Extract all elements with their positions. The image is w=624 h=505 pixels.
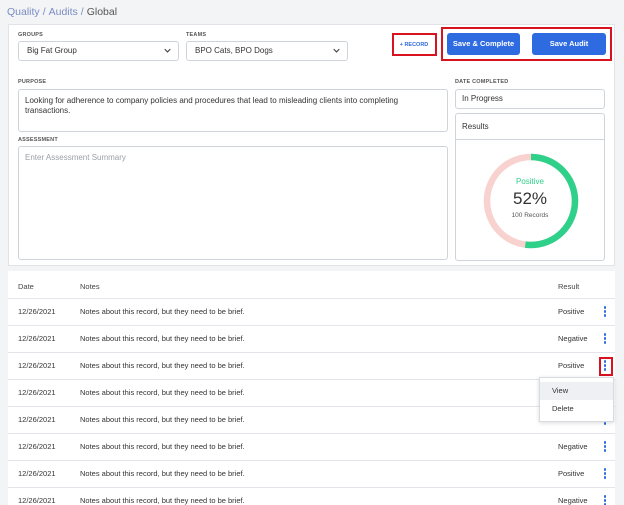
breadcrumb-separator: / bbox=[42, 6, 46, 18]
row-date: 12/26/2021 bbox=[18, 469, 56, 478]
breadcrumb: Quality / Audits / Global bbox=[7, 6, 117, 18]
results-records: 100 Records bbox=[511, 212, 549, 219]
row-notes: Notes about this record, but they need t… bbox=[80, 307, 245, 316]
row-notes: Notes about this record, but they need t… bbox=[80, 496, 245, 505]
table-row: 12/26/2021 Notes about this record, but t… bbox=[8, 352, 615, 379]
groups-label: GROUPS bbox=[18, 32, 44, 38]
chevron-down-icon bbox=[333, 48, 340, 53]
purpose-text: Looking for adherence to company policie… bbox=[25, 96, 399, 115]
results-title: Results bbox=[462, 122, 489, 131]
table-row: 12/26/2021 Notes about this record, but t… bbox=[8, 460, 615, 487]
row-notes: Notes about this record, but they need t… bbox=[80, 388, 245, 397]
highlight-save-buttons bbox=[441, 27, 612, 61]
row-result: Negative bbox=[558, 334, 588, 343]
breadcrumb-quality-link[interactable]: Quality bbox=[7, 6, 40, 18]
teams-select-value: BPO Cats, BPO Dogs bbox=[195, 46, 273, 55]
row-date: 12/26/2021 bbox=[18, 388, 56, 397]
row-result: Positive bbox=[558, 361, 585, 370]
assessment-label: ASSESSMENT bbox=[18, 137, 58, 143]
row-date: 12/26/2021 bbox=[18, 334, 56, 343]
row-date: 12/26/2021 bbox=[18, 496, 56, 505]
row-result: Positive bbox=[558, 307, 585, 316]
chevron-down-icon bbox=[164, 48, 171, 53]
row-result: Negative bbox=[558, 442, 588, 451]
date-completed-value: In Progress bbox=[462, 94, 503, 103]
row-date: 12/26/2021 bbox=[18, 442, 56, 451]
row-notes: Notes about this record, but they need t… bbox=[80, 334, 245, 343]
teams-select[interactable]: BPO Cats, BPO Dogs bbox=[186, 41, 348, 61]
column-header-notes: Notes bbox=[80, 282, 100, 291]
menu-item-view[interactable]: View bbox=[540, 382, 613, 400]
table-row: 12/26/2021 Notes about this record, but t… bbox=[8, 379, 615, 406]
date-completed-label: DATE COMPLETED bbox=[455, 79, 509, 85]
table-row: 12/26/2021 Notes about this record, but t… bbox=[8, 433, 615, 460]
column-header-result: Result bbox=[558, 282, 580, 291]
results-chart-panel: Positive 52% 100 Records bbox=[455, 139, 605, 261]
kebab-menu-icon[interactable] bbox=[602, 306, 608, 318]
breadcrumb-audits-link[interactable]: Audits bbox=[49, 6, 78, 18]
row-date: 12/26/2021 bbox=[18, 361, 56, 370]
table-row: 12/26/2021 Notes about this record, but t… bbox=[8, 406, 615, 433]
row-date: 12/26/2021 bbox=[18, 415, 56, 424]
results-header: Results bbox=[455, 113, 605, 140]
groups-select[interactable]: Big Fat Group bbox=[18, 41, 179, 61]
row-notes: Notes about this record, but they need t… bbox=[80, 415, 245, 424]
menu-item-delete[interactable]: Delete bbox=[540, 400, 613, 418]
teams-label: TEAMS bbox=[186, 32, 207, 38]
row-result: Positive bbox=[558, 469, 585, 478]
purpose-label: PURPOSE bbox=[18, 79, 47, 85]
table-row: 12/26/2021 Notes about this record, but t… bbox=[8, 487, 615, 505]
results-status: Positive bbox=[515, 177, 544, 186]
assessment-placeholder: Enter Assessment Summary bbox=[25, 153, 126, 162]
kebab-menu-icon[interactable] bbox=[602, 333, 608, 345]
row-notes: Notes about this record, but they need t… bbox=[80, 361, 245, 370]
highlight-row-menu-button bbox=[599, 357, 613, 376]
kebab-menu-icon[interactable] bbox=[602, 468, 608, 480]
row-notes: Notes about this record, but they need t… bbox=[80, 442, 245, 451]
date-completed-field[interactable]: In Progress bbox=[455, 89, 605, 109]
table-row: 12/26/2021 Notes about this record, but t… bbox=[8, 325, 615, 352]
column-header-date: Date bbox=[18, 282, 34, 291]
breadcrumb-separator: / bbox=[80, 6, 84, 18]
purpose-textarea[interactable]: Looking for adherence to company policie… bbox=[18, 89, 448, 132]
kebab-menu-icon[interactable] bbox=[602, 441, 608, 453]
groups-select-value: Big Fat Group bbox=[27, 46, 77, 55]
row-date: 12/26/2021 bbox=[18, 307, 56, 316]
breadcrumb-current: Global bbox=[86, 6, 118, 18]
row-actions-menu: View Delete bbox=[539, 377, 614, 422]
assessment-textarea[interactable]: Enter Assessment Summary bbox=[18, 146, 448, 260]
row-result: Negative bbox=[558, 496, 588, 505]
row-notes: Notes about this record, but they need t… bbox=[80, 469, 245, 478]
highlight-record-button bbox=[392, 33, 437, 56]
table-row: 12/26/2021 Notes about this record, but t… bbox=[8, 298, 615, 325]
results-percent: 52% bbox=[512, 189, 548, 208]
kebab-menu-icon[interactable] bbox=[602, 495, 608, 505]
